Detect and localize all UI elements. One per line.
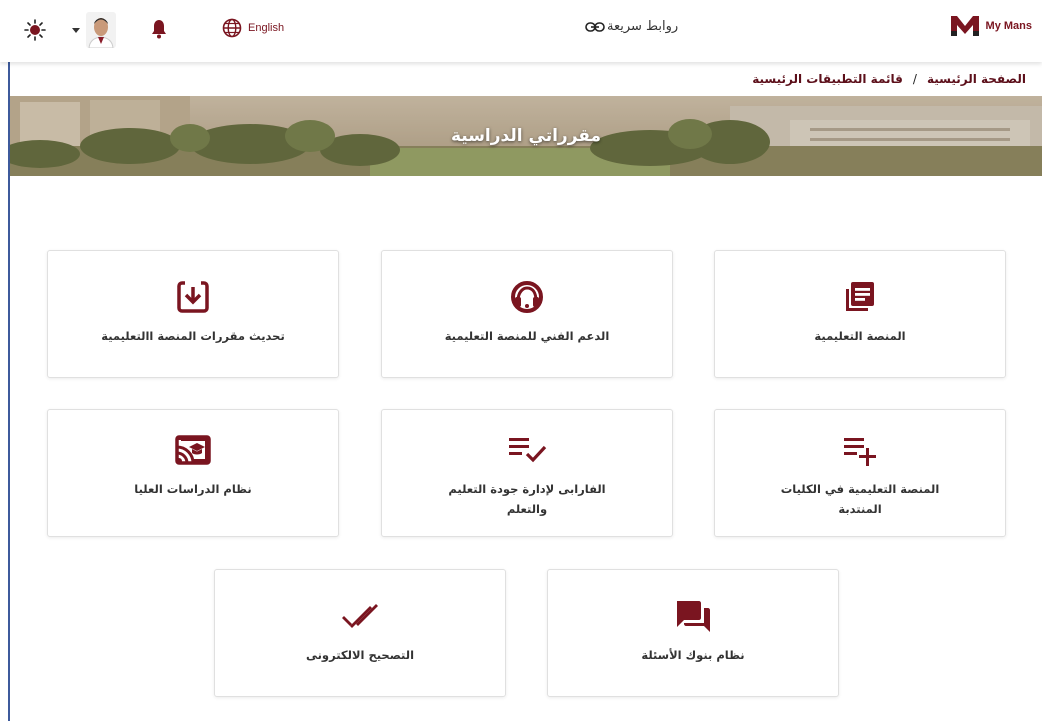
card-graduate-studies[interactable]: نظام الدراسات العليا — [47, 409, 339, 537]
user-menu[interactable] — [72, 12, 116, 48]
sun-icon[interactable] — [24, 19, 46, 45]
bell-icon[interactable] — [151, 19, 167, 43]
cast-education-icon — [174, 432, 212, 468]
double-check-icon — [340, 598, 380, 634]
language-switch[interactable]: English — [222, 18, 284, 38]
card-label: الفارابى لإدارة جودة التعليم والتعلم — [448, 482, 606, 516]
playlist-add-icon — [842, 432, 878, 468]
breadcrumb-current[interactable]: قائمة التطبيقات الرئيسية — [752, 72, 903, 86]
playlist-check-icon — [507, 432, 547, 468]
quick-links[interactable]: روابط سريعة — [585, 19, 678, 34]
card-farabi-quality[interactable]: الفارابى لإدارة جودة التعليم والتعلم — [381, 409, 673, 537]
quick-links-label: روابط سريعة — [607, 19, 679, 34]
globe-icon — [222, 18, 242, 38]
forum-icon — [674, 598, 712, 634]
card-label: نظام الدراسات العليا — [134, 482, 252, 496]
link-icon — [585, 21, 605, 32]
banner-title: مقرراتي الدراسية — [450, 126, 602, 146]
breadcrumb-home[interactable]: الصفحة الرئيسية — [927, 72, 1026, 86]
top-bar: English روابط سريعة My Mans — [0, 0, 1042, 62]
chevron-down-icon — [72, 27, 80, 33]
card-question-banks[interactable]: نظام بنوك الأسئلة — [547, 569, 839, 697]
document-icon — [842, 279, 878, 315]
headset-icon — [509, 279, 545, 315]
logo-mark — [950, 16, 979, 36]
card-label: التصحيح الالكترونى — [305, 648, 415, 662]
card-label: المنصة التعليمية — [814, 329, 906, 343]
logo-text: My Mans — [985, 20, 1032, 32]
avatar — [86, 12, 116, 48]
card-e-correction[interactable]: التصحيح الالكترونى — [214, 569, 506, 697]
card-label: تحديث مقررات المنصة االتعليمية — [101, 329, 285, 343]
breadcrumb: الصفحة الرئيسية / قائمة التطبيقات الرئيس… — [752, 72, 1026, 86]
app-window: English روابط سريعة My Mans الصفحة الرئي… — [0, 0, 1042, 721]
card-label: نظام بنوك الأسئلة — [641, 648, 745, 662]
card-tech-support[interactable]: الدعم الفني للمنصة التعليمية — [381, 250, 673, 378]
card-seconded-colleges[interactable]: المنصة التعليمية في الكليات المنتدبة — [714, 409, 1006, 537]
banner: مقرراتي الدراسية — [10, 96, 1042, 176]
breadcrumb-separator: / — [912, 72, 917, 86]
language-label: English — [248, 22, 285, 34]
card-label: المنصة التعليمية في الكليات المنتدبة — [780, 482, 940, 516]
download-box-icon — [175, 279, 211, 315]
card-learning-platform[interactable]: المنصة التعليمية — [714, 250, 1006, 378]
card-label: الدعم الفني للمنصة التعليمية — [444, 329, 610, 343]
logo[interactable]: My Mans — [950, 14, 1032, 38]
card-update-courses[interactable]: تحديث مقررات المنصة االتعليمية — [47, 250, 339, 378]
